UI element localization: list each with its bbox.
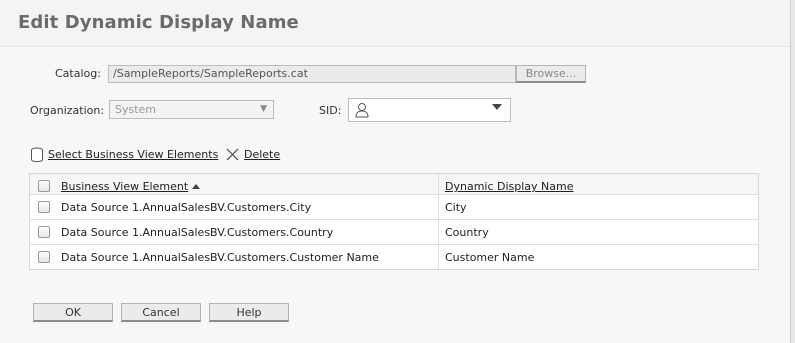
edit-dynamic-display-name-dialog: Edit Dynamic Display Name Catalog: /Samp… — [0, 0, 795, 343]
chevron-down-icon — [492, 104, 502, 110]
dynamic-display-name-cell[interactable]: City — [445, 201, 467, 214]
table-row[interactable]: Data Source 1.AnnualSalesBV.Customers.Cu… — [30, 245, 758, 269]
column-header-business-view-element[interactable]: Business View Element — [61, 180, 201, 193]
select-business-view-elements-link[interactable]: Select Business View Elements — [48, 148, 218, 161]
business-view-element-cell: Data Source 1.AnnualSalesBV.Customers.Co… — [61, 226, 334, 239]
column-divider — [438, 195, 439, 219]
close-icon[interactable] — [226, 148, 239, 164]
sort-ascending-icon — [192, 184, 201, 189]
dynamic-display-name-cell[interactable]: Customer Name — [445, 251, 534, 264]
column-divider — [438, 174, 439, 194]
ok-button[interactable]: OK — [33, 303, 113, 322]
dynamic-display-name-cell[interactable]: Country — [445, 226, 489, 239]
organization-value: System — [115, 103, 157, 116]
business-view-elements-table: Business View Element Dynamic Display Na… — [29, 173, 759, 270]
column-divider — [438, 245, 439, 269]
catalog-label: Catalog: — [55, 67, 101, 80]
dialog-scrollbar[interactable] — [790, 0, 795, 343]
dialog-title: Edit Dynamic Display Name — [18, 12, 299, 33]
browse-button[interactable]: Browse... — [516, 65, 586, 83]
row-checkbox[interactable] — [38, 201, 50, 213]
sid-select[interactable] — [348, 98, 511, 122]
business-view-element-cell: Data Source 1.AnnualSalesBV.Customers.Ci… — [61, 201, 312, 214]
select-all-checkbox[interactable] — [38, 180, 50, 192]
title-bar: Edit Dynamic Display Name — [0, 0, 795, 47]
database-icon[interactable] — [30, 147, 44, 166]
help-button[interactable]: Help — [209, 303, 289, 322]
business-view-element-cell: Data Source 1.AnnualSalesBV.Customers.Cu… — [61, 251, 379, 264]
row-checkbox[interactable] — [38, 226, 50, 238]
user-icon — [354, 102, 370, 121]
organization-label: Organization: — [30, 104, 105, 117]
table-row[interactable]: Data Source 1.AnnualSalesBV.Customers.Ci… — [30, 195, 758, 220]
catalog-field[interactable]: /SampleReports/SampleReports.cat — [108, 65, 516, 83]
chevron-down-icon: ▼ — [260, 104, 267, 114]
organization-select[interactable]: System ▼ — [109, 100, 274, 119]
sid-label: SID: — [319, 104, 342, 117]
cancel-button[interactable]: Cancel — [121, 303, 201, 322]
table-row[interactable]: Data Source 1.AnnualSalesBV.Customers.Co… — [30, 220, 758, 245]
column-header-dynamic-display-name[interactable]: Dynamic Display Name — [445, 180, 574, 193]
table-header: Business View Element Dynamic Display Na… — [30, 174, 758, 195]
delete-link[interactable]: Delete — [244, 148, 280, 161]
column-divider — [438, 220, 439, 244]
row-checkbox[interactable] — [38, 251, 50, 263]
